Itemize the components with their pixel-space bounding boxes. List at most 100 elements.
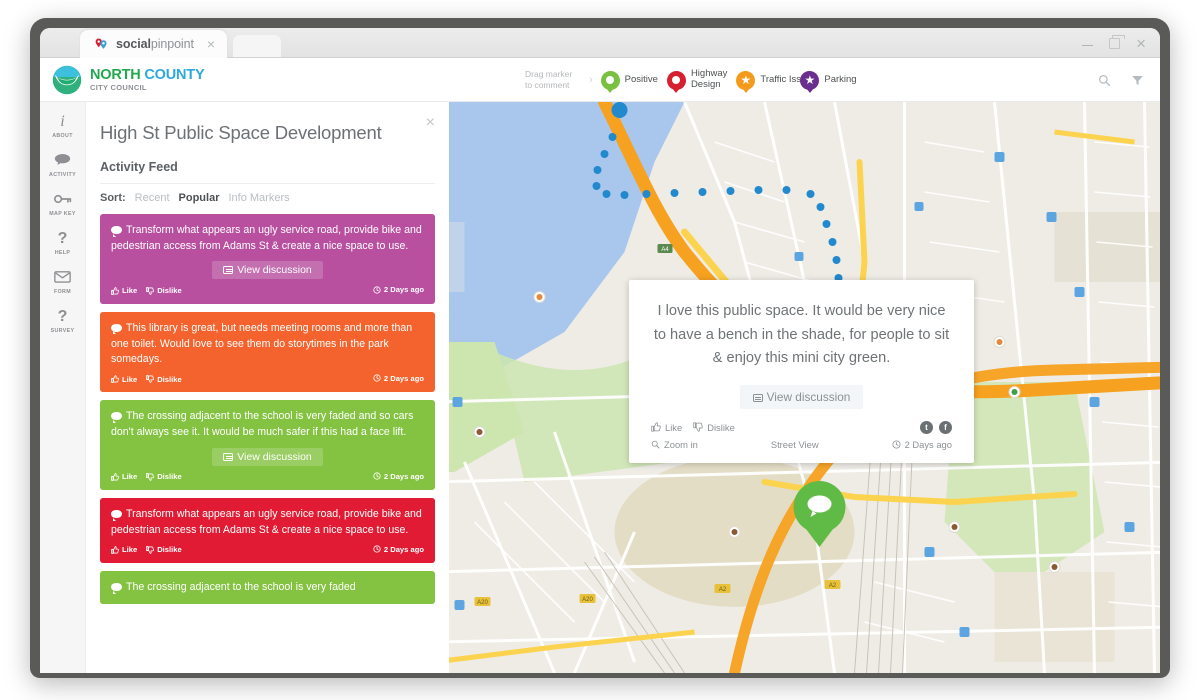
popup-zoom-in-button[interactable]: Zoom in — [651, 439, 698, 450]
card-reactions: Like Dislike — [111, 375, 182, 384]
search-icon[interactable] — [1098, 74, 1111, 87]
sort-option-popular[interactable]: Popular — [179, 192, 220, 204]
activity-card[interactable]: This library is great, but needs meeting… — [100, 312, 435, 393]
speech-bubble-icon — [111, 324, 122, 332]
sidebar-label-form: FORM — [41, 289, 85, 295]
envelope-icon — [41, 270, 85, 286]
sort-option-info-markers[interactable]: Info Markers — [228, 192, 289, 204]
svg-text:A20: A20 — [582, 597, 593, 603]
activity-card-body: The crossing adjacent to the school is v… — [111, 410, 413, 438]
sidebar-item-survey[interactable]: ? SURVEY — [41, 309, 85, 334]
like-button[interactable]: Like — [111, 545, 137, 554]
popup-reactions: Like Dislike — [651, 422, 735, 433]
marker-highway-design-icon — [667, 71, 686, 90]
legend-label-highway-design: HighwayDesign — [691, 69, 727, 91]
activity-card[interactable]: The crossing adjacent to the school is v… — [100, 400, 435, 490]
speech-bubble-icon — [111, 226, 122, 234]
activity-card[interactable]: Transform what appears an ugly service r… — [100, 498, 435, 563]
sidebar-label-activity: ACTIVITY — [41, 172, 85, 178]
legend-label-parking: Parking — [824, 75, 856, 86]
like-label: Like — [122, 472, 137, 481]
sort-label: Sort: — [100, 192, 126, 204]
like-label: Like — [122, 375, 137, 384]
facebook-icon[interactable]: f — [939, 421, 952, 434]
page-title: High St Public Space Development — [100, 122, 435, 144]
browser-chrome: socialpinpoint × × — [40, 28, 1160, 58]
view-discussion-button[interactable]: View discussion — [212, 261, 323, 279]
sidebar-item-help[interactable]: ? HELP — [41, 231, 85, 256]
new-tab-button[interactable] — [233, 35, 281, 57]
popup-street-view-button[interactable]: Street View — [771, 439, 819, 450]
header-tools — [1098, 58, 1144, 102]
maximize-icon[interactable] — [1109, 38, 1120, 49]
legend-label-positive: Positive — [625, 75, 658, 86]
north-county-mark-icon — [52, 65, 82, 95]
activity-card[interactable]: The crossing adjacent to the school is v… — [100, 571, 435, 604]
legend-item-highway-design[interactable]: HighwayDesign — [667, 69, 727, 91]
brand-subtitle: CITY COUNCIL — [90, 84, 204, 92]
discussion-icon — [223, 266, 233, 274]
marker-parking-icon: ★ — [800, 71, 819, 90]
minimize-icon[interactable] — [1082, 45, 1093, 47]
view-discussion-button[interactable]: View discussion — [212, 448, 323, 466]
thumbs-up-icon — [651, 422, 661, 432]
tab-close-icon[interactable]: × — [207, 37, 215, 51]
like-button[interactable]: Like — [111, 286, 137, 295]
activity-card[interactable]: Transform what appears an ugly service r… — [100, 214, 435, 304]
council-logo[interactable]: NORTH COUNTY CITY COUNCIL — [40, 65, 204, 95]
popup-dislike-button[interactable]: Dislike — [693, 422, 735, 433]
sort-option-recent[interactable]: Recent — [135, 192, 170, 204]
thumbs-down-icon — [146, 546, 154, 554]
speech-bubble-icon — [111, 583, 122, 591]
activity-card-text: This library is great, but needs meeting… — [111, 321, 424, 368]
clock-icon — [373, 545, 381, 553]
sort-controls: Sort: Recent Popular Info Markers — [100, 192, 435, 204]
like-button[interactable]: Like — [111, 375, 137, 384]
like-button[interactable]: Like — [111, 472, 137, 481]
sidebar-label-map-key: MAP KEY — [41, 211, 85, 217]
card-reactions: Like Dislike — [111, 286, 182, 295]
app-body: i ABOUT ACTIVITY MAP KEY ? — [40, 102, 1160, 673]
brand-north: NORTH — [90, 67, 141, 83]
view-discussion-label: View discussion — [237, 451, 312, 463]
card-reactions: Like Dislike — [111, 472, 182, 481]
svg-text:A20: A20 — [477, 600, 488, 606]
dislike-label: Dislike — [157, 375, 181, 384]
legend-item-positive[interactable]: Positive — [601, 71, 658, 90]
activity-card-text: The crossing adjacent to the school is v… — [111, 409, 424, 440]
panel-close-icon[interactable]: × — [426, 114, 435, 132]
dislike-button[interactable]: Dislike — [146, 286, 181, 295]
thumbs-up-icon — [111, 375, 119, 383]
tab-socialpinpoint[interactable]: socialpinpoint × — [80, 30, 227, 58]
activity-card-list: Transform what appears an ugly service r… — [100, 214, 435, 604]
dislike-button[interactable]: Dislike — [146, 545, 181, 554]
speech-bubble-icon — [111, 510, 122, 518]
popup-like-button[interactable]: Like — [651, 422, 682, 433]
sidebar-item-form[interactable]: FORM — [41, 270, 85, 295]
timestamp-label: 2 Days ago — [384, 472, 424, 481]
sidebar-label-about: ABOUT — [41, 133, 85, 139]
drag-hint-line1: Drag marker — [525, 69, 587, 80]
filter-icon[interactable] — [1131, 74, 1144, 87]
marker-positive-icon — [601, 71, 620, 90]
dislike-button[interactable]: Dislike — [146, 472, 181, 481]
close-icon[interactable]: × — [1136, 35, 1146, 52]
thumbs-up-icon — [111, 287, 119, 295]
activity-card-footer: LikeDislike2 Days ago — [111, 545, 424, 556]
popup-view-discussion-button[interactable]: View discussion — [740, 385, 864, 409]
question-icon: ? — [41, 231, 85, 247]
sidebar-item-activity[interactable]: ACTIVITY — [41, 153, 85, 178]
dislike-button[interactable]: Dislike — [146, 375, 181, 384]
window-controls: × — [1082, 28, 1146, 58]
map-canvas[interactable]: A4 A4 A20 A20 A2 A2 — [449, 102, 1160, 673]
activity-card-text: Transform what appears an ugly service r… — [111, 223, 424, 254]
key-icon — [41, 192, 85, 208]
sidebar-item-about[interactable]: i ABOUT — [41, 114, 85, 139]
council-name: NORTH COUNTY CITY COUNCIL — [90, 68, 204, 92]
popup-view-discussion-label: View discussion — [767, 390, 851, 404]
screen: socialpinpoint × × NO — [40, 28, 1160, 673]
sidebar-item-map-key[interactable]: MAP KEY — [41, 192, 85, 217]
twitter-icon[interactable]: t — [920, 421, 933, 434]
thumbs-down-icon — [146, 473, 154, 481]
legend-item-parking[interactable]: ★ Parking — [800, 71, 856, 90]
